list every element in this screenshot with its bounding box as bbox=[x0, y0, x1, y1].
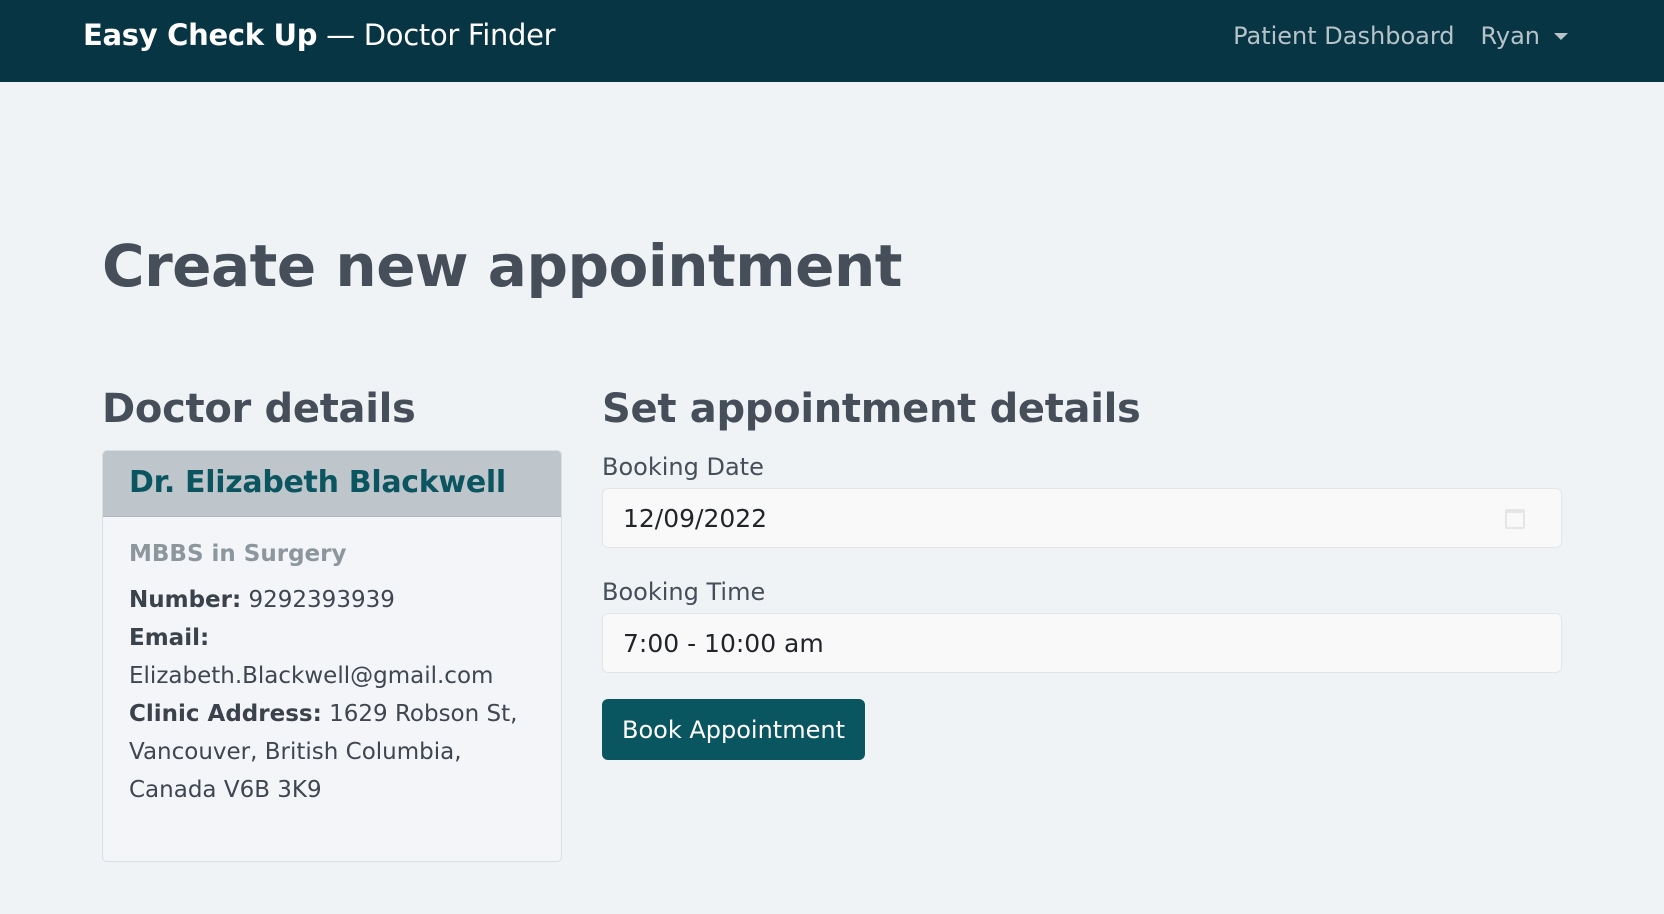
user-menu-dropdown[interactable]: Ryan bbox=[1481, 22, 1568, 50]
booking-date-input[interactable]: 12/09/2022 bbox=[602, 488, 1562, 548]
doctor-details-heading: Doctor details bbox=[102, 386, 416, 432]
doctor-number-row: Number: 9292393939 bbox=[129, 581, 535, 619]
booking-time-select[interactable]: 7:00 - 10:00 am bbox=[602, 613, 1562, 673]
clinic-address-line1: 1629 Robson St, bbox=[329, 701, 518, 727]
doctor-number: 9292393939 bbox=[248, 587, 395, 613]
patient-dashboard-link[interactable]: Patient Dashboard bbox=[1233, 22, 1454, 50]
number-label: Number: bbox=[129, 587, 242, 613]
doctor-card-body: MBBS in Surgery Number: 9292393939 Email… bbox=[103, 517, 561, 809]
doctor-name: Dr. Elizabeth Blackwell bbox=[129, 465, 506, 500]
doctor-email-row: Email: Elizabeth.Blackwell@gmail.com bbox=[129, 619, 535, 695]
booking-time-value: 7:00 - 10:00 am bbox=[623, 628, 824, 658]
booking-date-value: 12/09/2022 bbox=[623, 503, 768, 533]
clinic-address-label: Clinic Address: bbox=[129, 701, 322, 727]
calendar-icon[interactable] bbox=[1505, 509, 1525, 529]
chevron-down-icon bbox=[1554, 32, 1568, 40]
appointment-details-heading: Set appointment details bbox=[602, 386, 1141, 432]
nav-right: Patient Dashboard Ryan bbox=[1233, 22, 1568, 50]
brand-subtitle: — Doctor Finder bbox=[317, 18, 556, 52]
doctor-card-header: Dr. Elizabeth Blackwell bbox=[103, 451, 561, 517]
user-name: Ryan bbox=[1480, 22, 1540, 50]
doctor-address-row: Clinic Address: 1629 Robson St, Vancouve… bbox=[129, 695, 535, 809]
brand-name: Easy Check Up bbox=[83, 18, 318, 52]
top-navbar: Easy Check Up — Doctor Finder Patient Da… bbox=[0, 0, 1664, 82]
page-title: Create new appointment bbox=[102, 232, 903, 300]
clinic-address-line3: Canada V6B 3K9 bbox=[129, 777, 322, 803]
doctor-card: Dr. Elizabeth Blackwell MBBS in Surgery … bbox=[102, 450, 562, 862]
book-appointment-button[interactable]: Book Appointment bbox=[602, 699, 865, 760]
booking-time-label: Booking Time bbox=[602, 578, 766, 606]
clinic-address-line2: Vancouver, British Columbia, bbox=[129, 739, 462, 765]
doctor-qualification: MBBS in Surgery bbox=[129, 541, 347, 567]
brand-logo-link[interactable]: Easy Check Up — Doctor Finder bbox=[83, 18, 556, 52]
booking-date-label: Booking Date bbox=[602, 453, 764, 481]
doctor-email: Elizabeth.Blackwell@gmail.com bbox=[129, 663, 494, 689]
email-label: Email: bbox=[129, 625, 210, 651]
